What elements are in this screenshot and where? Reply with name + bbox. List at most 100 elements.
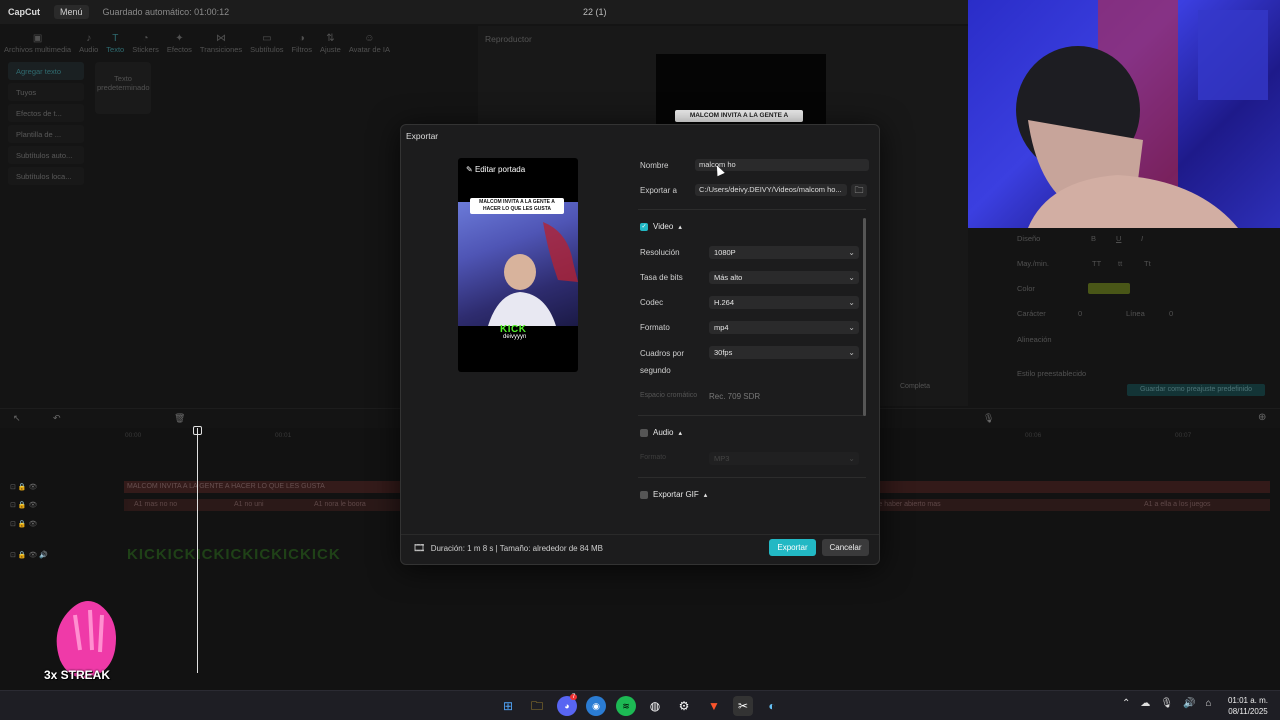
tab-stickers[interactable]: ◔ Stickers bbox=[128, 24, 163, 54]
italic-icon[interactable]: I bbox=[1141, 234, 1143, 243]
brave-icon[interactable]: ▼ bbox=[704, 696, 724, 716]
fit-mode[interactable]: Completa bbox=[900, 383, 930, 390]
sidebar-item-local-captions[interactable]: Subtítulos loca... bbox=[8, 167, 84, 185]
chevron-down-icon: ⌄ bbox=[848, 248, 855, 257]
fps-select[interactable]: 30fps ⌄ bbox=[709, 346, 859, 359]
network-icon[interactable]: ⌂ bbox=[1206, 698, 1212, 709]
tab-avatar[interactable]: ☺ Avatar de IA bbox=[345, 24, 394, 54]
design-label: Diseño bbox=[1017, 234, 1041, 243]
chevron-down-icon: ⌄ bbox=[848, 298, 855, 307]
webcam-figure bbox=[1016, 0, 1268, 228]
audio-section-toggle[interactable]: Audio ▴ bbox=[640, 428, 682, 437]
clock-date: 08/11/2025 bbox=[1228, 707, 1268, 716]
tab-effects[interactable]: ✦ Efectos bbox=[163, 24, 196, 54]
tab-label: Filtros bbox=[291, 45, 312, 54]
zoom-in-icon[interactable]: ⊕ bbox=[1258, 412, 1266, 423]
clock[interactable]: 01:01 a. m. 08/11/2025 bbox=[1222, 695, 1274, 717]
export-button[interactable]: Exportar bbox=[769, 539, 816, 556]
bold-icon[interactable]: B bbox=[1091, 234, 1096, 243]
lowercase-option[interactable]: tt bbox=[1118, 259, 1122, 268]
obs-icon[interactable]: ◍ bbox=[645, 696, 665, 716]
text-properties: Diseño B U I May./min. TT tt Tt Color Ca… bbox=[900, 228, 1280, 408]
tab-label: Texto bbox=[106, 45, 125, 54]
folder-icon[interactable]: 🗀 bbox=[851, 184, 867, 197]
playhead[interactable] bbox=[197, 428, 198, 673]
tab-subtitles[interactable]: ▭ Subtítulos bbox=[246, 24, 287, 54]
adjust-icon: ⇅ bbox=[326, 33, 335, 44]
chevron-down-icon: ⌄ bbox=[848, 323, 855, 332]
format-select[interactable]: mp4 ⌄ bbox=[709, 321, 859, 334]
chevron-up-icon[interactable]: ⌃ bbox=[1122, 698, 1130, 709]
resolution-select[interactable]: 1080P ⌄ bbox=[709, 246, 859, 259]
character-label: Carácter bbox=[1017, 309, 1046, 318]
color-swatch[interactable] bbox=[1088, 283, 1130, 294]
menu-button[interactable]: Menú bbox=[54, 5, 89, 19]
microphone-icon[interactable]: 🎙 bbox=[983, 413, 994, 424]
subtitle-clip[interactable]: A1 no uni bbox=[234, 499, 264, 511]
capcut-icon[interactable]: ✂ bbox=[733, 696, 753, 716]
undo-icon[interactable]: ↶ bbox=[53, 413, 61, 424]
steam-icon[interactable]: ◐ bbox=[762, 696, 782, 716]
gif-checkbox[interactable] bbox=[640, 490, 648, 499]
sidebar-item-text-effects[interactable]: Efectos de t... bbox=[8, 104, 84, 122]
track-lock-icon[interactable]: ⊡ 🔒 👁 bbox=[10, 483, 37, 491]
codec-value: H.264 bbox=[714, 298, 735, 307]
kick-sticker-track[interactable]: KICKICKICKICKICKICKICK bbox=[124, 544, 400, 566]
cancel-button[interactable]: Cancelar bbox=[822, 539, 869, 556]
tab-text[interactable]: T Texto bbox=[102, 24, 128, 54]
delete-icon[interactable]: 🗑 bbox=[174, 413, 185, 424]
duration-info: 🎞 Duración: 1 m 8 s | Tamaño: alrededor … bbox=[413, 543, 603, 554]
default-text-card[interactable]: Texto predeterminado bbox=[95, 62, 151, 114]
character-spacing-value[interactable]: 0 bbox=[1078, 309, 1082, 318]
sidebar-item-add-text[interactable]: Agregar texto bbox=[8, 62, 84, 80]
subtitle-clip[interactable]: A1 nora le boora bbox=[314, 499, 366, 511]
sidebar-item-auto-captions[interactable]: Subtítulos auto... bbox=[8, 146, 84, 164]
text-icon: T bbox=[112, 33, 119, 44]
chrome-icon[interactable]: ◉ bbox=[586, 696, 606, 716]
cloud-icon[interactable]: ☁ bbox=[1140, 698, 1150, 709]
sidebar-item-yours[interactable]: Tuyos bbox=[8, 83, 84, 101]
player-caption: MALCOM INVITA A LA GENTE A bbox=[675, 110, 803, 122]
uppercase-option[interactable]: TT bbox=[1092, 259, 1101, 268]
volume-icon[interactable]: 🔊 bbox=[1183, 698, 1195, 709]
playhead-handle[interactable] bbox=[193, 426, 202, 435]
tab-filters[interactable]: ◑ Filtros bbox=[288, 24, 316, 54]
export-path-input[interactable]: C:/Users/deivy.DEIVY/Videos/malcom ho... bbox=[695, 184, 847, 196]
preset-style-label: Estilo preestablecido bbox=[1017, 369, 1087, 378]
titlecase-option[interactable]: Tt bbox=[1144, 259, 1151, 268]
codec-select[interactable]: H.264 ⌄ bbox=[709, 296, 859, 309]
save-preset-button[interactable]: Guardar como preajuste predefinido bbox=[1127, 384, 1265, 396]
select-tool-icon[interactable]: ↖ bbox=[13, 413, 21, 424]
track-audio-icon[interactable]: ⊡ 🔒 👁 🔊 bbox=[10, 551, 48, 559]
video-section-toggle[interactable]: ✓ Video ▴ bbox=[640, 222, 682, 231]
underline-icon[interactable]: U bbox=[1116, 234, 1121, 243]
gif-section-toggle[interactable]: Exportar GIF ▴ bbox=[640, 490, 707, 499]
cover-preview[interactable]: ✎ Editar portada MALCOM INVITA A LA GENT… bbox=[458, 158, 578, 372]
sidebar-item-templates[interactable]: Plantilla de ... bbox=[8, 125, 84, 143]
effects-icon: ✦ bbox=[175, 33, 184, 44]
file-explorer-icon[interactable]: 🗀 bbox=[527, 696, 547, 716]
track-lock-icon[interactable]: ⊡ 🔒 👁 bbox=[10, 501, 37, 509]
spotify-icon[interactable]: ≋ bbox=[616, 696, 636, 716]
chevron-up-icon: ▴ bbox=[703, 491, 708, 499]
line-spacing-value[interactable]: 0 bbox=[1169, 309, 1173, 318]
bitrate-select[interactable]: Más alto ⌄ bbox=[709, 271, 859, 284]
start-icon[interactable]: ⊞ bbox=[498, 696, 518, 716]
tab-media[interactable]: ▣ Archivos multimedia bbox=[0, 24, 75, 54]
audio-checkbox[interactable] bbox=[640, 428, 648, 437]
settings-icon[interactable]: ⚙ bbox=[674, 696, 694, 716]
tab-audio[interactable]: ♪ Audio bbox=[75, 24, 102, 54]
settings-scrollbar[interactable] bbox=[863, 218, 866, 416]
tab-adjust[interactable]: ⇅ Ajuste bbox=[316, 24, 345, 54]
tab-transitions[interactable]: ⋈ Transiciones bbox=[196, 24, 246, 54]
subtitle-clip[interactable]: A1 a ella a los juegos bbox=[1144, 499, 1211, 511]
export-dialog: Exportar ✎ Editar portada MALCOM INVITA … bbox=[400, 124, 880, 565]
track-lock-icon[interactable]: ⊡ 🔒 👁 bbox=[10, 520, 37, 528]
colorspace-label: Espacio cromático bbox=[640, 392, 698, 399]
line-label: Línea bbox=[1126, 309, 1145, 318]
edit-cover-button[interactable]: ✎ Editar portada bbox=[466, 165, 525, 174]
subtitle-clip[interactable]: A1 mas no no bbox=[134, 499, 177, 511]
video-checkbox[interactable]: ✓ bbox=[640, 222, 648, 231]
microphone-icon[interactable]: 🎙 bbox=[1160, 698, 1173, 709]
gif-section-label: Exportar GIF bbox=[653, 490, 699, 499]
